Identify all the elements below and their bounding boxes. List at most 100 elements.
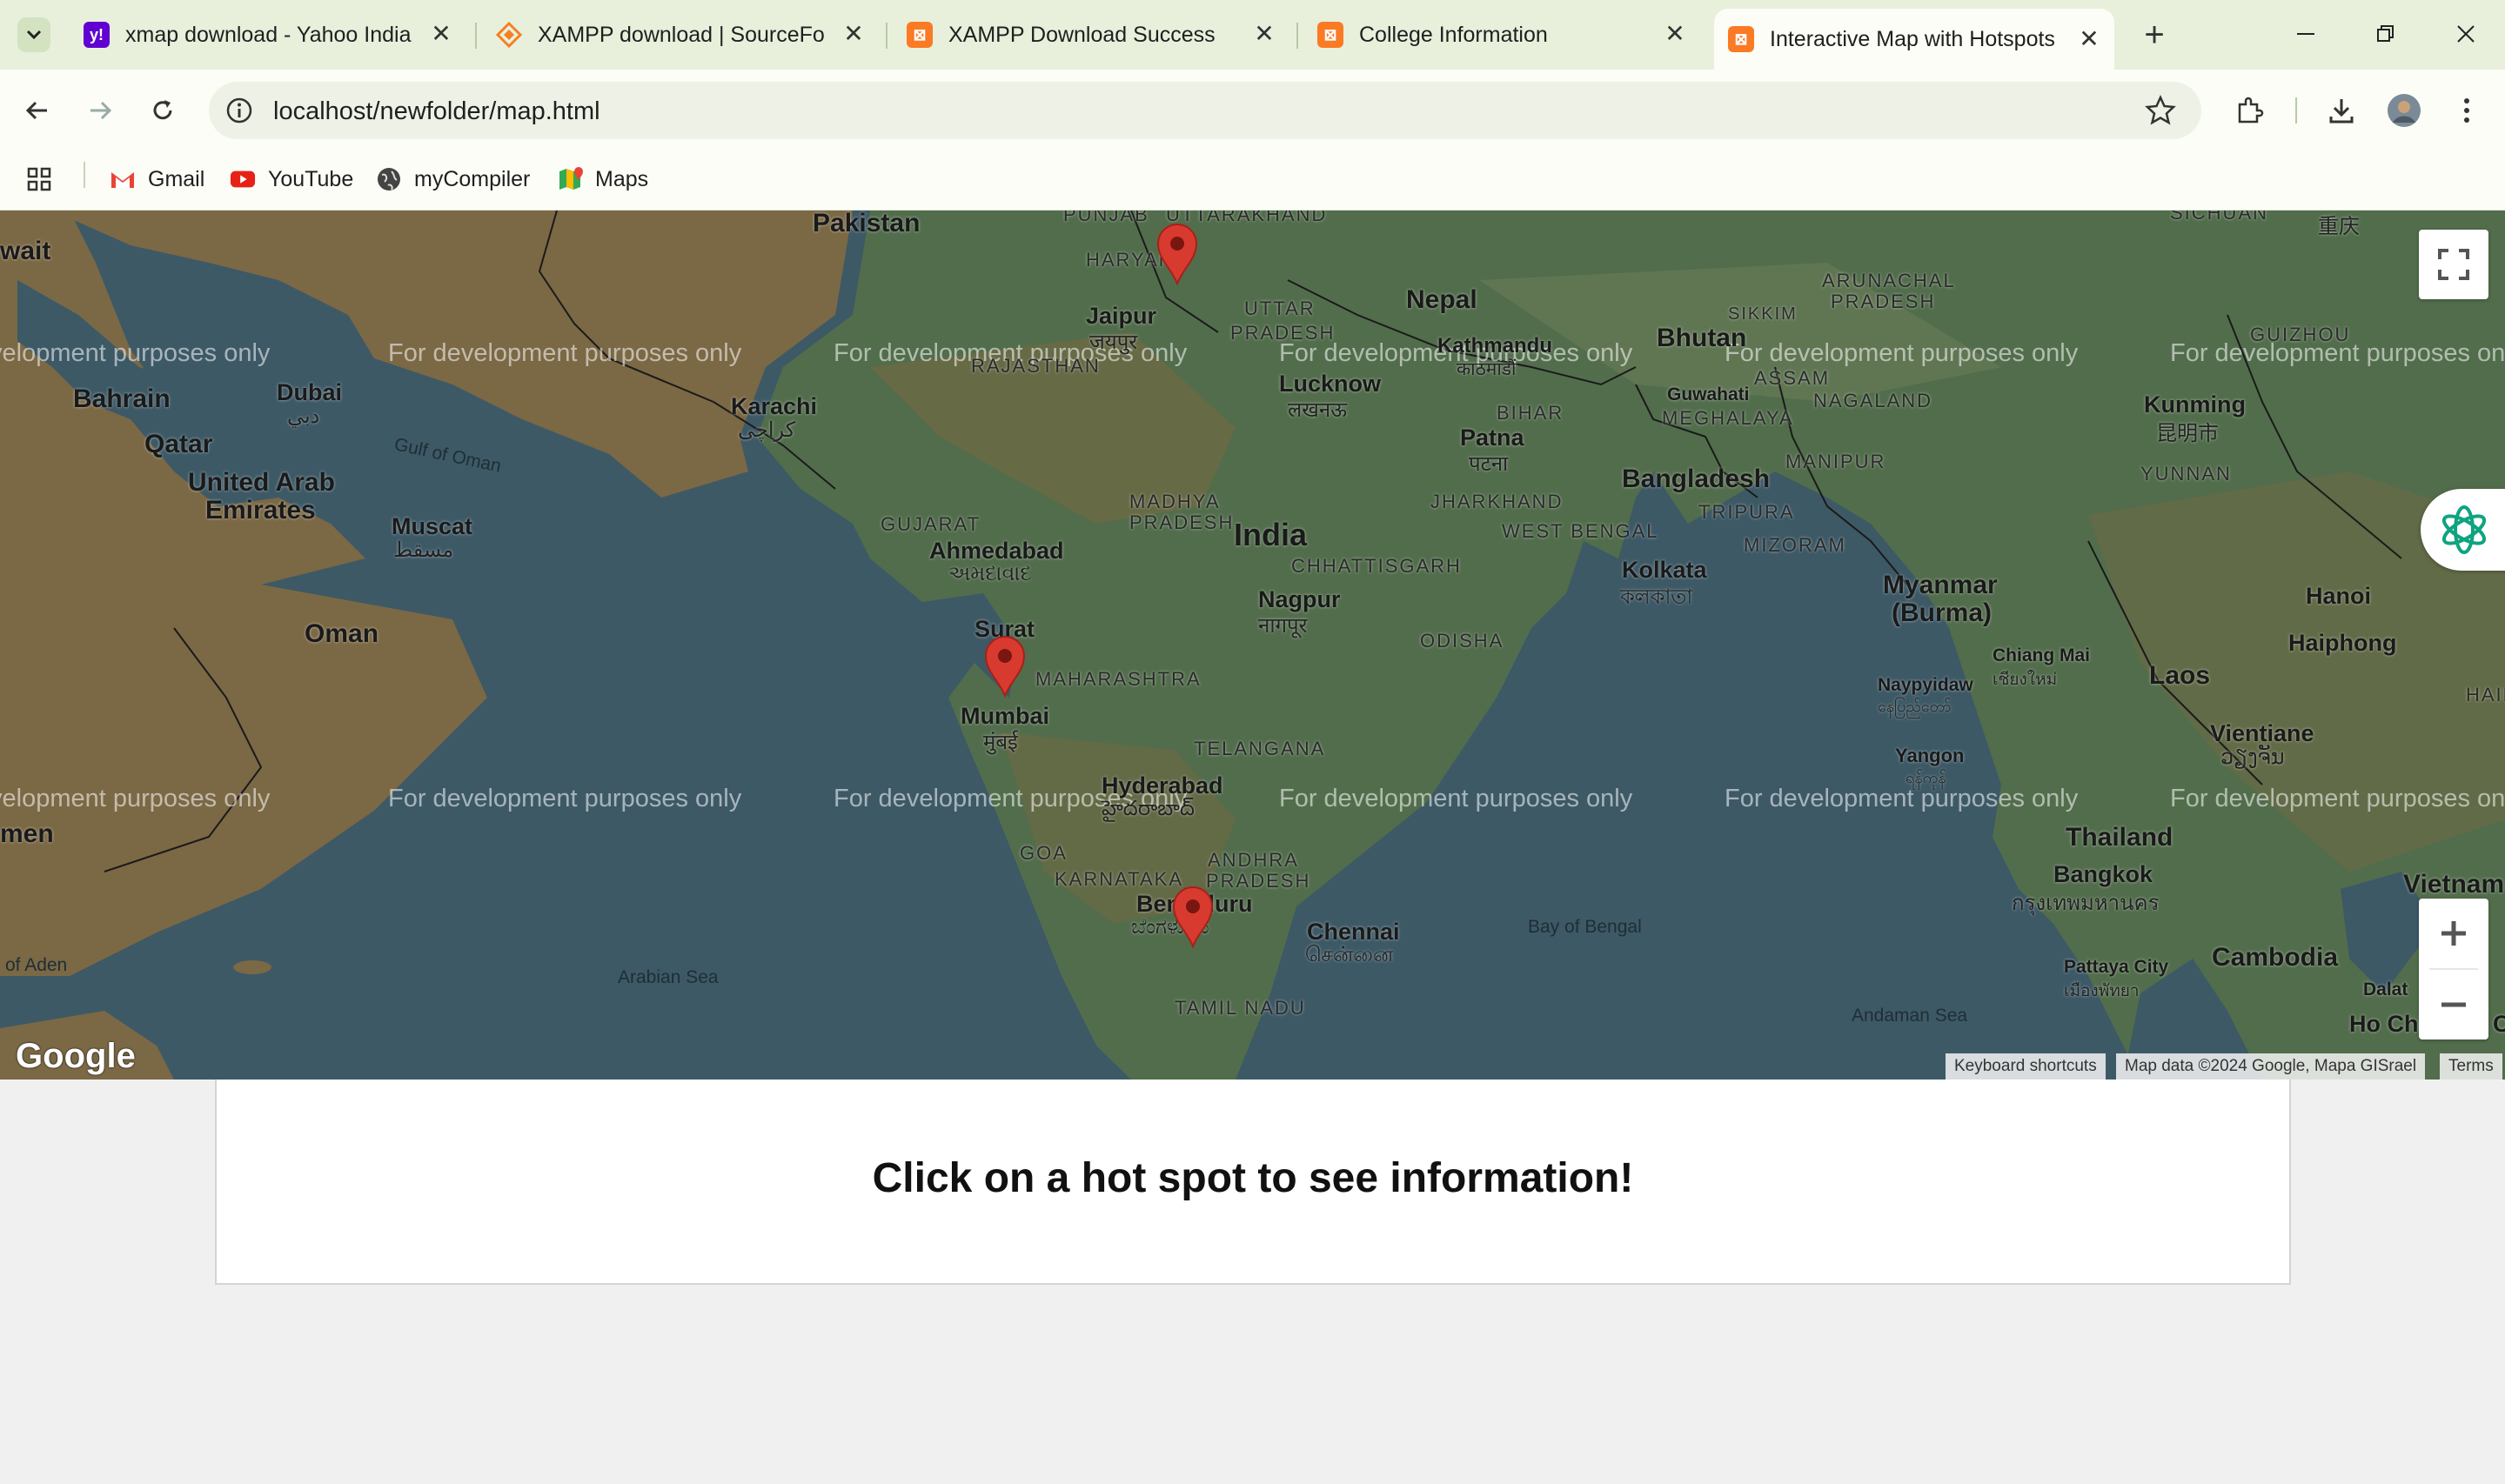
country-label: India <box>1234 517 1308 552</box>
region-label: MANIPUR <box>1785 451 1886 472</box>
tab-sourceforge[interactable]: XAMPP download | SourceForg ✕ <box>496 14 879 56</box>
minimize-icon <box>2297 33 2314 35</box>
country-label: Nepal <box>1406 285 1477 314</box>
tab-xampp-success[interactable]: ⊠ XAMPP Download Success ✕ <box>907 14 1289 56</box>
city-label: जयपुर <box>1089 331 1138 354</box>
city-label: Haiphong <box>2288 630 2397 656</box>
reload-button[interactable] <box>141 89 184 132</box>
close-tab-icon[interactable]: ✕ <box>428 21 454 47</box>
country-label: Vietnam <box>2403 870 2505 899</box>
city-label: Dalat <box>2363 979 2408 999</box>
bookmark-maps[interactable]: Maps <box>557 160 648 198</box>
maps-icon <box>557 166 583 192</box>
browser-toolbar: localhost/newfolder/map.html <box>0 70 2505 151</box>
tab-college-information[interactable]: ⊠ College Information ✕ <box>1317 14 1700 56</box>
tab-interactive-map[interactable]: ⊠ Interactive Map with Hotspots ✕ <box>1714 9 2114 70</box>
country-label: Cambodia <box>2212 943 2339 972</box>
tab-title: College Information <box>1359 22 1548 47</box>
close-tab-icon[interactable]: ✕ <box>1251 21 1277 47</box>
new-tab-button[interactable]: + <box>2135 16 2173 54</box>
region-label: NAGALAND <box>1813 390 1933 411</box>
region-label: PUNJAB <box>1063 211 1149 225</box>
dev-watermark: For development purposes only <box>2170 785 2505 812</box>
google-map[interactable]: velopment purposes only For development … <box>0 211 2505 1080</box>
region-label: HAINAN <box>2466 684 2505 705</box>
gmail-icon <box>110 166 136 192</box>
restore-button[interactable] <box>2360 12 2412 56</box>
city-label: Kunming <box>2144 391 2246 418</box>
apps-button[interactable] <box>26 160 52 198</box>
city-label: مسقط <box>393 538 454 562</box>
forward-button[interactable] <box>78 89 122 132</box>
city-label: Kathmandu <box>1437 334 1552 358</box>
bookmark-gmail[interactable]: Gmail <box>110 160 204 198</box>
downloads-button[interactable] <box>2320 89 2363 132</box>
city-label: کراچی <box>738 418 796 442</box>
url-text[interactable]: localhost/newfolder/map.html <box>273 97 600 126</box>
tab-divider <box>1296 23 1298 49</box>
keyboard-shortcuts-link[interactable]: Keyboard shortcuts <box>1946 1053 2106 1080</box>
region-label: WEST BENGAL <box>1502 520 1659 542</box>
close-window-button[interactable] <box>2440 12 2492 56</box>
browser-menu-button[interactable] <box>2445 89 2488 132</box>
close-tab-icon[interactable]: ✕ <box>841 21 867 47</box>
region-label: UTTAR <box>1244 297 1316 319</box>
country-label: Myanmar <box>1883 571 1998 599</box>
hotspot-marker-delhi[interactable] <box>1155 223 1199 285</box>
hotspot-info-panel: Click on a hot spot to see information! <box>215 1080 2291 1285</box>
terms-link[interactable]: Terms <box>2440 1053 2502 1080</box>
bookmark-star-icon[interactable] <box>2144 94 2177 127</box>
region-label: SIKKIM <box>1728 304 1798 324</box>
region-label: RAJASTHAN <box>971 355 1101 377</box>
sea-label: of Aden <box>5 955 68 975</box>
country-label: Laos <box>2149 661 2211 690</box>
country-label: men <box>0 819 54 848</box>
zoom-in-button[interactable] <box>2419 899 2488 968</box>
tab-yahoo[interactable]: y! xmap download - Yahoo India S ✕ <box>84 14 466 56</box>
city-label: पटना <box>1469 452 1509 476</box>
country-label: Emirates <box>205 496 316 525</box>
tab-divider <box>475 23 477 49</box>
city-label: Kolkata <box>1622 557 1707 583</box>
city-label: Pattaya City <box>2064 957 2169 977</box>
city-label: 重庆 <box>2318 215 2360 238</box>
city-label: เชียงใหม่ <box>1993 671 2058 689</box>
zoom-out-button[interactable] <box>2419 970 2488 1039</box>
address-bar[interactable]: localhost/newfolder/map.html <box>209 82 2201 139</box>
region-label: BIHAR <box>1497 402 1564 424</box>
close-tab-icon[interactable]: ✕ <box>2076 26 2102 52</box>
ai-assistant-button[interactable] <box>2421 489 2505 571</box>
download-icon <box>2329 99 2354 124</box>
bookmark-youtube[interactable]: YouTube <box>230 160 353 198</box>
fullscreen-button[interactable] <box>2419 230 2488 299</box>
bookmark-label: Gmail <box>148 166 205 191</box>
arrow-right-icon <box>90 101 112 120</box>
city-label: Bangkok <box>2053 861 2153 887</box>
city-label: เมืองพัทยา <box>2064 982 2140 1000</box>
minimize-button[interactable] <box>2280 12 2332 56</box>
city-label: Chennai <box>1307 919 1400 945</box>
city-label: Chiang Mai <box>1993 645 2091 665</box>
region-label: GUJARAT <box>881 513 981 535</box>
bookmark-label: YouTube <box>268 166 354 191</box>
bookmark-mycompiler[interactable]: myCompiler <box>376 160 530 198</box>
chevron-down-icon <box>26 30 42 40</box>
hotspot-marker-bengaluru[interactable] <box>1171 886 1215 948</box>
bookmarks-bar: Gmail YouTube myCompiler Maps <box>0 151 2505 211</box>
tab-strip: y! xmap download - Yahoo India S ✕ XAMPP… <box>0 0 2505 70</box>
sea-label: Bay of Bengal <box>1528 917 1642 937</box>
region-label: PRADESH <box>1129 511 1235 533</box>
close-tab-icon[interactable]: ✕ <box>1662 21 1688 47</box>
region-label: MAHARASHTRA <box>1035 668 1202 690</box>
city-label: Hyderabad <box>1102 772 1223 799</box>
profile-avatar[interactable] <box>2382 89 2426 132</box>
restore-icon <box>2377 25 2394 42</box>
youtube-icon <box>230 166 256 192</box>
site-info-icon[interactable] <box>224 96 254 125</box>
tab-search-button[interactable] <box>17 17 50 52</box>
back-button[interactable] <box>16 89 59 132</box>
reload-icon <box>153 100 172 120</box>
city-label: Muscat <box>392 513 473 539</box>
extensions-button[interactable] <box>2227 89 2271 132</box>
hotspot-marker-mumbai[interactable] <box>983 635 1027 698</box>
